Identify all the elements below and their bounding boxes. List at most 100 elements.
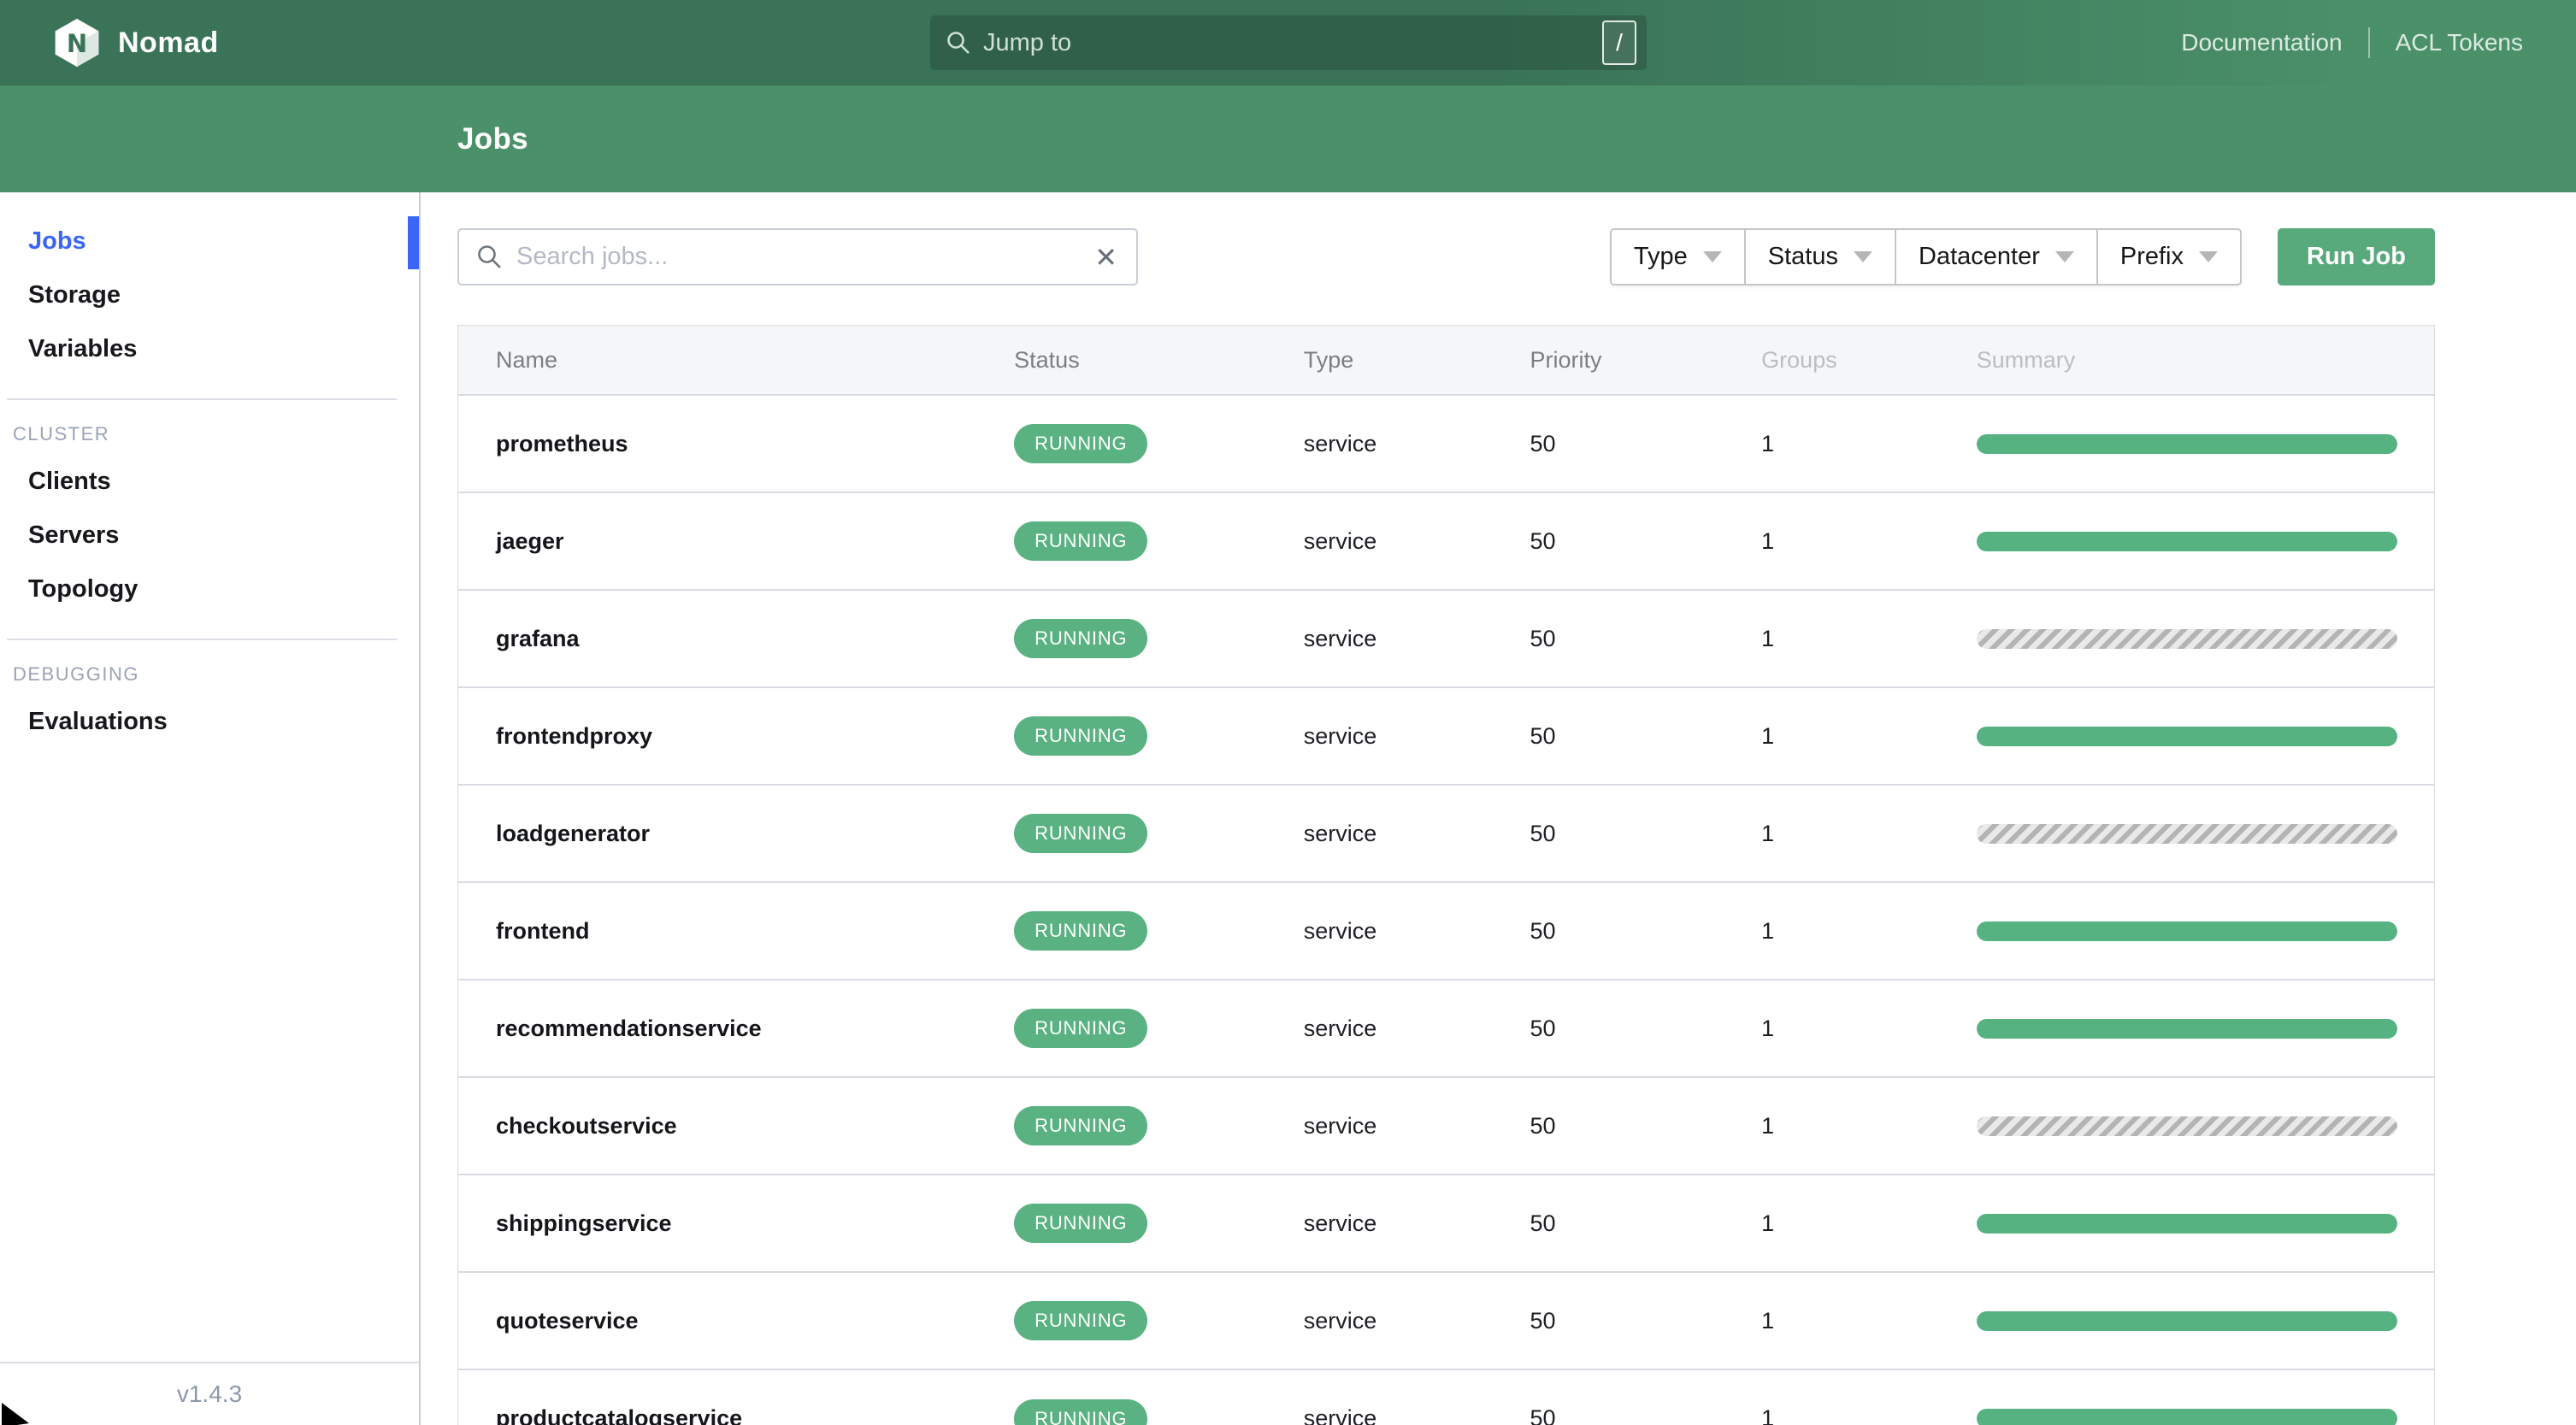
job-priority: 50 bbox=[1530, 430, 1556, 456]
table-row[interactable]: frontendproxy RUNNING service 50 1 bbox=[458, 687, 2434, 785]
job-status-badge: RUNNING bbox=[1014, 1399, 1148, 1425]
column-header-summary: Summary bbox=[1976, 346, 2076, 373]
column-header-status[interactable]: Status bbox=[1014, 326, 1304, 395]
column-header-priority[interactable]: Priority bbox=[1530, 326, 1761, 395]
job-type: service bbox=[1303, 722, 1377, 749]
sidebar-item-jobs[interactable]: Jobs bbox=[0, 215, 419, 268]
job-type: service bbox=[1303, 1307, 1377, 1334]
sidebar-item-storage[interactable]: Storage bbox=[0, 268, 419, 322]
job-name-link[interactable]: loadgenerator bbox=[496, 821, 650, 846]
job-summary-bar bbox=[1976, 1018, 2398, 1039]
job-status-badge: RUNNING bbox=[1014, 1204, 1148, 1243]
sidebar-item-variables[interactable]: Variables bbox=[0, 322, 419, 376]
filter-prefix-dropdown[interactable]: Prefix bbox=[2096, 230, 2240, 284]
filter-status-dropdown[interactable]: Status bbox=[1743, 230, 1895, 284]
search-box[interactable]: ✕ bbox=[457, 228, 1138, 286]
chevron-down-icon bbox=[1702, 251, 1722, 262]
column-header-name[interactable]: Name bbox=[458, 326, 1014, 395]
table-row[interactable]: shippingservice RUNNING service 50 1 bbox=[458, 1175, 2434, 1272]
job-groups: 1 bbox=[1761, 820, 1775, 846]
main-content: ✕ Type Status Datacenter Prefix bbox=[421, 192, 2576, 1425]
job-summary-bar bbox=[1976, 921, 2398, 941]
job-type: service bbox=[1303, 820, 1377, 846]
sidebar-section-cluster: CLUSTER bbox=[13, 423, 110, 445]
documentation-link[interactable]: Documentation bbox=[2181, 29, 2342, 56]
clear-search-button[interactable]: ✕ bbox=[1093, 244, 1119, 271]
search-jobs-input[interactable] bbox=[503, 230, 1093, 284]
jump-to-box[interactable]: / bbox=[930, 15, 1647, 70]
job-summary-bar bbox=[1976, 531, 2398, 551]
page-title: Jobs bbox=[457, 121, 528, 156]
topnav-links: Documentation ACL Tokens bbox=[2181, 27, 2523, 58]
table-row[interactable]: frontend RUNNING service 50 1 bbox=[458, 882, 2434, 980]
job-name-link[interactable]: quoteservice bbox=[496, 1308, 639, 1334]
job-type: service bbox=[1303, 1112, 1377, 1139]
sidebar-item-clients[interactable]: Clients bbox=[0, 455, 419, 509]
table-row[interactable]: recommendationservice RUNNING service 50… bbox=[458, 980, 2434, 1077]
run-job-button[interactable]: Run Job bbox=[2278, 228, 2435, 286]
table-row[interactable]: checkoutservice RUNNING service 50 1 bbox=[458, 1077, 2434, 1175]
chevron-down-icon bbox=[2199, 251, 2218, 262]
job-status-badge: RUNNING bbox=[1014, 1106, 1148, 1145]
job-groups: 1 bbox=[1761, 1307, 1775, 1334]
job-priority: 50 bbox=[1530, 1307, 1556, 1334]
job-summary-bar bbox=[1976, 823, 2398, 844]
mouse-cursor-icon bbox=[2, 1403, 29, 1425]
job-type: service bbox=[1303, 430, 1377, 456]
sidebar: Jobs Storage Variables CLUSTER Clients S… bbox=[0, 192, 421, 1425]
svg-text:N: N bbox=[67, 29, 87, 58]
job-priority: 50 bbox=[1530, 1210, 1556, 1236]
version-label: v1.4.3 bbox=[0, 1362, 419, 1425]
job-priority: 50 bbox=[1530, 1015, 1556, 1041]
table-row[interactable]: grafana RUNNING service 50 1 bbox=[458, 590, 2434, 687]
column-header-type[interactable]: Type bbox=[1304, 326, 1530, 395]
job-type: service bbox=[1303, 1405, 1377, 1425]
job-priority: 50 bbox=[1530, 527, 1556, 554]
links-separator bbox=[2367, 27, 2370, 58]
table-row[interactable]: prometheus RUNNING service 50 1 bbox=[458, 395, 2434, 492]
job-status-badge: RUNNING bbox=[1014, 814, 1148, 853]
job-priority: 50 bbox=[1530, 820, 1556, 846]
table-row[interactable]: jaeger RUNNING service 50 1 bbox=[458, 492, 2434, 590]
job-name-link[interactable]: frontend bbox=[496, 918, 589, 944]
job-groups: 1 bbox=[1761, 722, 1775, 749]
filter-group: Type Status Datacenter Prefix bbox=[1609, 228, 2242, 286]
nomad-brand[interactable]: N Nomad bbox=[53, 18, 219, 68]
job-status-badge: RUNNING bbox=[1014, 911, 1148, 951]
job-name-link[interactable]: frontendproxy bbox=[496, 723, 652, 749]
sidebar-item-servers[interactable]: Servers bbox=[0, 509, 419, 562]
chevron-down-icon bbox=[1854, 251, 1872, 262]
job-type: service bbox=[1303, 1210, 1377, 1236]
job-name-link[interactable]: productcatalogservice bbox=[496, 1405, 742, 1425]
job-name-link[interactable]: shippingservice bbox=[496, 1210, 672, 1236]
job-name-link[interactable]: prometheus bbox=[496, 431, 628, 456]
jump-to-input[interactable] bbox=[971, 15, 1602, 70]
job-groups: 1 bbox=[1761, 1210, 1775, 1236]
search-icon bbox=[478, 245, 501, 268]
filter-datacenter-dropdown[interactable]: Datacenter bbox=[1895, 230, 2096, 284]
job-type: service bbox=[1303, 917, 1377, 944]
toolbar: ✕ Type Status Datacenter Prefix bbox=[457, 228, 2435, 286]
job-status-badge: RUNNING bbox=[1014, 521, 1148, 561]
job-summary-bar bbox=[1976, 726, 2398, 746]
column-header-groups: Groups bbox=[1761, 346, 1837, 373]
job-status-badge: RUNNING bbox=[1014, 1009, 1148, 1048]
sidebar-item-topology[interactable]: Topology bbox=[0, 562, 419, 616]
table-row[interactable]: productcatalogservice RUNNING service 50… bbox=[458, 1369, 2434, 1425]
job-name-link[interactable]: recommendationservice bbox=[496, 1016, 762, 1041]
table-row[interactable]: loadgenerator RUNNING service 50 1 bbox=[458, 785, 2434, 882]
acl-tokens-link[interactable]: ACL Tokens bbox=[2396, 29, 2523, 56]
close-icon: ✕ bbox=[1094, 241, 1117, 273]
job-name-link[interactable]: grafana bbox=[496, 626, 580, 651]
nomad-logo-icon: N bbox=[55, 18, 99, 68]
page-header: Jobs bbox=[0, 85, 2576, 192]
job-summary-bar bbox=[1976, 628, 2398, 649]
job-name-link[interactable]: jaeger bbox=[496, 528, 564, 554]
sidebar-item-evaluations[interactable]: Evaluations bbox=[0, 695, 419, 749]
job-summary-bar bbox=[1976, 433, 2398, 454]
active-indicator bbox=[408, 216, 419, 269]
filter-type-dropdown[interactable]: Type bbox=[1611, 230, 1744, 284]
job-priority: 50 bbox=[1530, 1405, 1556, 1425]
table-row[interactable]: quoteservice RUNNING service 50 1 bbox=[458, 1272, 2434, 1369]
job-name-link[interactable]: checkoutservice bbox=[496, 1113, 677, 1139]
